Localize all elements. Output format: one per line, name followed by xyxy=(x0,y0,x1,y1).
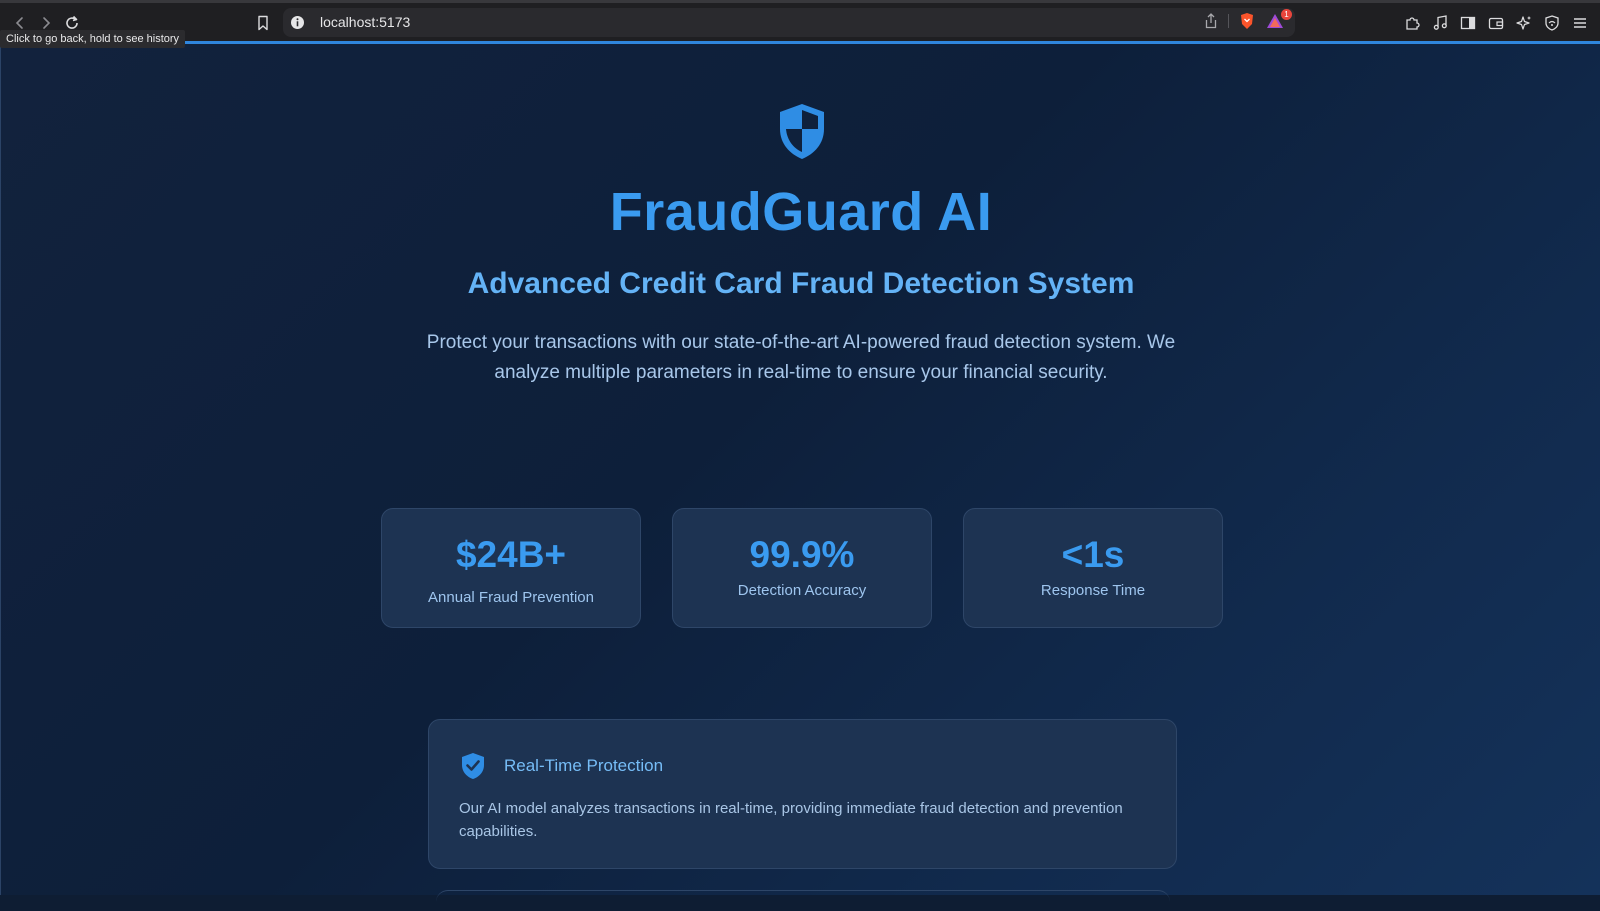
shield-icon xyxy=(780,104,824,159)
back-button-tooltip: Click to go back, hold to see history xyxy=(0,30,186,48)
back-icon xyxy=(15,16,23,29)
page-title: FraudGuard AI xyxy=(609,182,993,242)
stat-card-fraud-prevention: $24B+ Annual Fraud Prevention xyxy=(381,508,641,628)
media-button[interactable] xyxy=(1427,10,1453,36)
menu-icon xyxy=(1574,17,1586,28)
stat-label: Detection Accuracy xyxy=(737,582,867,599)
forward-icon xyxy=(43,16,51,29)
shield-check-icon xyxy=(462,753,484,779)
vpn-button[interactable] xyxy=(1539,10,1565,36)
feature-title: Real-Time Protection xyxy=(504,756,664,775)
stat-value: $24B+ xyxy=(455,534,567,575)
stat-value: 99.9% xyxy=(749,534,855,575)
stat-card-detection-accuracy: 99.9% Detection Accuracy xyxy=(672,508,932,628)
leo-ai-icon xyxy=(1516,15,1531,30)
sidebar-button[interactable] xyxy=(1455,10,1481,36)
browser-toolbar: localhost:5173 1 xyxy=(0,0,1600,42)
stat-value: <1s xyxy=(1061,534,1125,575)
leo-ai-button[interactable] xyxy=(1511,10,1537,36)
feature-card-real-time-protection: Real-Time Protection Our AI model analyz… xyxy=(428,719,1177,869)
extensions-icon xyxy=(1406,16,1420,30)
media-icon xyxy=(1433,14,1447,30)
info-icon[interactable] xyxy=(290,15,305,30)
wallet-icon xyxy=(1488,17,1504,29)
reload-icon xyxy=(66,15,78,29)
bookmark-button[interactable] xyxy=(250,10,276,36)
url-text[interactable]: localhost:5173 xyxy=(320,14,410,30)
brave-rewards-button[interactable]: 1 xyxy=(1265,9,1292,30)
stat-label: Response Time xyxy=(1040,582,1146,599)
sidebar-icon xyxy=(1460,16,1476,29)
separator xyxy=(1228,14,1229,28)
extensions-button[interactable] xyxy=(1399,10,1425,36)
hero-description: Protect your transactions with our state… xyxy=(426,332,1176,383)
vpn-icon xyxy=(1545,14,1559,31)
address-bar[interactable]: localhost:5173 1 xyxy=(283,8,1295,37)
brave-shield-icon[interactable] xyxy=(1239,12,1255,30)
bookmark-icon xyxy=(258,15,268,30)
alert-count-badge: 1 xyxy=(1281,9,1292,20)
share-icon[interactable] xyxy=(1204,13,1218,29)
menu-button[interactable] xyxy=(1567,10,1593,36)
next-feature-card xyxy=(436,890,1170,911)
stat-card-response-time: <1s Response Time xyxy=(963,508,1223,628)
feature-description: Our AI model analyzes transactions in re… xyxy=(459,800,1123,840)
landing-page: FraudGuard AI Advanced Credit Card Fraud… xyxy=(0,44,1600,895)
wallet-button[interactable] xyxy=(1483,10,1509,36)
stat-label: Annual Fraud Prevention xyxy=(428,589,594,606)
page-subtitle: Advanced Credit Card Fraud Detection Sys… xyxy=(467,267,1135,300)
